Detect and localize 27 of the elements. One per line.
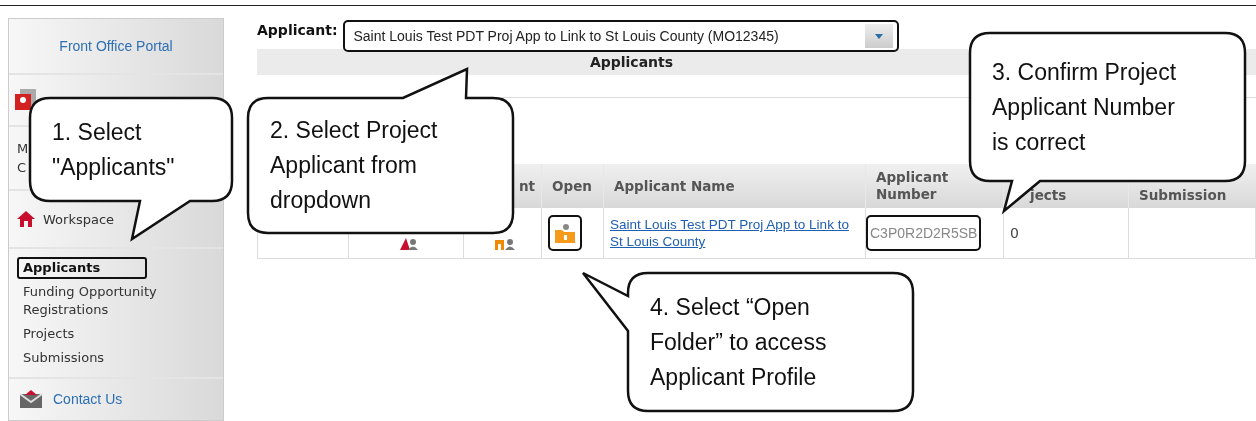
people-icon[interactable] [494,236,517,250]
sidebar-link[interactable]: Projects [17,323,199,345]
column-header: Open [541,164,603,208]
contact-link[interactable]: Contact Us [53,391,123,407]
open-folder-button[interactable] [548,215,582,251]
caret-icon [875,33,884,39]
workspace-label[interactable]: Workspace [43,211,115,227]
sidebar-link[interactable]: Applicants [17,257,147,279]
project-count: 0 [1010,225,1019,241]
profile-card-icon[interactable] [15,89,37,111]
callout-text: 1. Select "Applicants" [52,117,175,182]
folder-icon [555,223,575,243]
sidebar-link[interactable]: Submissions [17,347,199,369]
callout-text: 4. Select “Open Folder” to access Applicant Profile [650,292,827,392]
menu-label[interactable]: M [17,141,29,156]
envelope-icon[interactable] [19,390,43,408]
applicant-label: Applicant: [257,21,338,38]
applicant-number: C3P0R2D2R5SB [866,215,982,251]
sidebar-link[interactable]: Funding Opportunity Registrations [17,281,199,321]
house-icon[interactable] [17,211,35,227]
column-header: Applicant Name [603,164,865,208]
applicant-dropdown[interactable]: Saint Louis Test PDT Proj App to Link to St Louis County (MO12345) [343,20,900,52]
callout-text: 2. Select Project Applicant from dropdown [270,116,438,215]
people-icon[interactable] [398,236,420,250]
menu-label[interactable]: C [17,160,27,175]
portal-title[interactable]: Front Office Portal [59,38,173,54]
applicant-name-link[interactable]: Saint Louis Test PDT Proj App to Link to St Louis County [610,216,865,250]
